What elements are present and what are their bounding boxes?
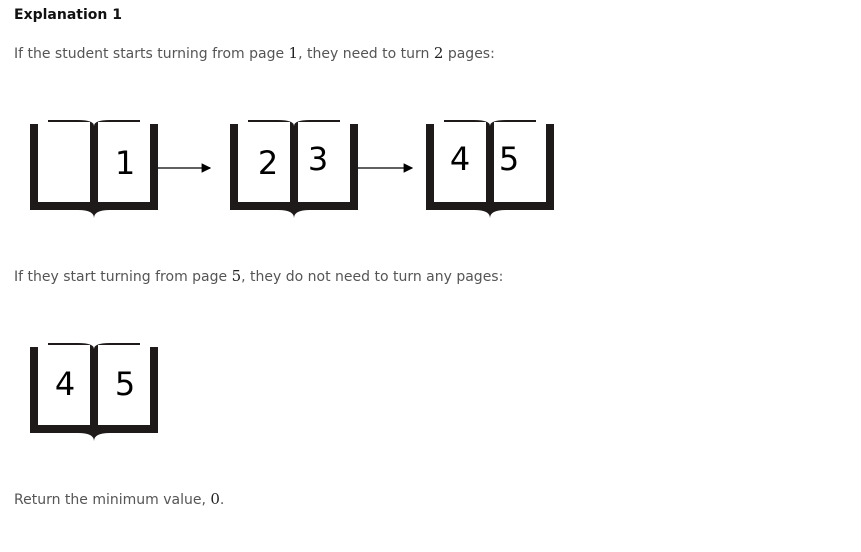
text-fragment: , they do not need to turn any pages:	[241, 269, 504, 285]
text-fragment: Return the minimum value,	[14, 492, 211, 508]
book-2: 2 3	[230, 120, 358, 218]
book-right-page-number: 3	[308, 140, 328, 178]
page-turn-sequence-figure: 1 2 3 4 5	[0, 112, 861, 222]
explanation-text-result: Return the minimum value, 0.	[14, 490, 224, 508]
text-fragment: pages:	[443, 46, 495, 62]
book-left-page-number: 4	[450, 140, 470, 178]
book-left-page-number: 2	[258, 144, 278, 182]
book-1: 1	[30, 120, 158, 218]
explanation-title: Explanation 1	[14, 7, 122, 23]
book-right-page-number: 5	[499, 140, 519, 178]
single-book-figure: 4 5	[0, 335, 861, 445]
text-fragment: If they start turning from page	[14, 269, 232, 285]
turn-count-math: 2	[433, 44, 444, 62]
page-number-math: 5	[231, 267, 242, 285]
book-right-page-number: 5	[115, 365, 135, 403]
text-fragment: .	[219, 492, 225, 508]
result-value-math: 0	[210, 490, 220, 508]
book-left-page-number: 4	[55, 365, 75, 403]
text-fragment: If the student starts turning from page	[14, 46, 289, 62]
explanation-text-second: If they start turning from page 5, they …	[14, 267, 503, 285]
book-3: 4 5	[426, 120, 554, 218]
book-right-page-number: 1	[115, 144, 135, 182]
book-4: 4 5	[30, 343, 158, 441]
text-fragment: , they need to turn	[298, 46, 434, 62]
page-number-math: 1	[288, 44, 299, 62]
explanation-text-first: If the student starts turning from page …	[14, 44, 495, 62]
